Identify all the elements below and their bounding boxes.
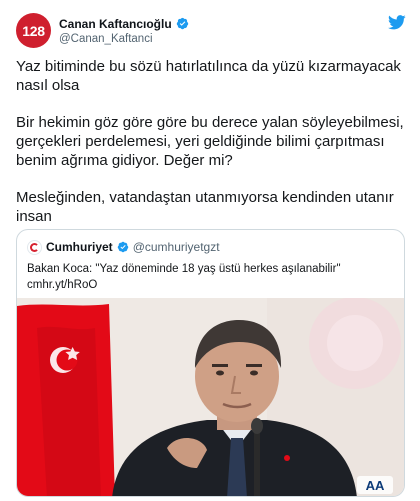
tweet-paragraph-1: Yaz bitiminde bu sözü hatırlatılınca da … (16, 58, 401, 94)
author-handle[interactable]: @Canan_Kaftanci (59, 33, 189, 45)
author-display-name[interactable]: Canan Kaftancıoğlu (59, 17, 172, 31)
aa-watermark: AA (357, 476, 393, 494)
quoted-text: Bakan Koca: "Yaz döneminde 18 yaş üstü h… (27, 263, 341, 275)
minister-photo-illustration: AA (17, 298, 404, 496)
quoted-tweet[interactable]: Cumhuriyet @cumhuriyetgzt Bakan Koca: "Y… (16, 229, 405, 497)
quoted-author-name[interactable]: Cumhuriyet (46, 240, 113, 254)
cumhuriyet-logo-icon (30, 242, 39, 252)
avatar[interactable]: 128 (16, 13, 51, 48)
quoted-link[interactable]: cmhr.yt/hRoO (27, 277, 97, 293)
tweet-header: 128 Canan Kaftancıoğlu @Canan_Kaftanci (16, 13, 406, 49)
quoted-tweet-header: Cumhuriyet @cumhuriyetgzt (27, 239, 220, 255)
verified-badge-icon (176, 17, 188, 30)
tweet-card: 128 Canan Kaftancıoğlu @Canan_Kaftanci Y… (0, 0, 420, 501)
verified-badge-icon (117, 241, 128, 253)
tweet-paragraph-3: Mesleğinden, vatandaştan utanmıyorsa ken… (16, 189, 394, 225)
tweet-paragraph-2: Bir hekimin göz göre göre bu derece yala… (16, 114, 404, 169)
tweet-text: Yaz bitiminde bu sözü hatırlatılınca da … (16, 57, 406, 244)
quoted-photo[interactable]: AA (17, 298, 404, 496)
quoted-author-handle[interactable]: @cumhuriyetgzt (133, 240, 220, 254)
author-names: Canan Kaftancıoğlu @Canan_Kaftanci (59, 16, 189, 45)
avatar-text: 128 (22, 22, 45, 39)
twitter-bird-icon[interactable] (388, 15, 406, 30)
quoted-avatar[interactable] (27, 239, 42, 255)
svg-text:AA: AA (366, 478, 385, 493)
